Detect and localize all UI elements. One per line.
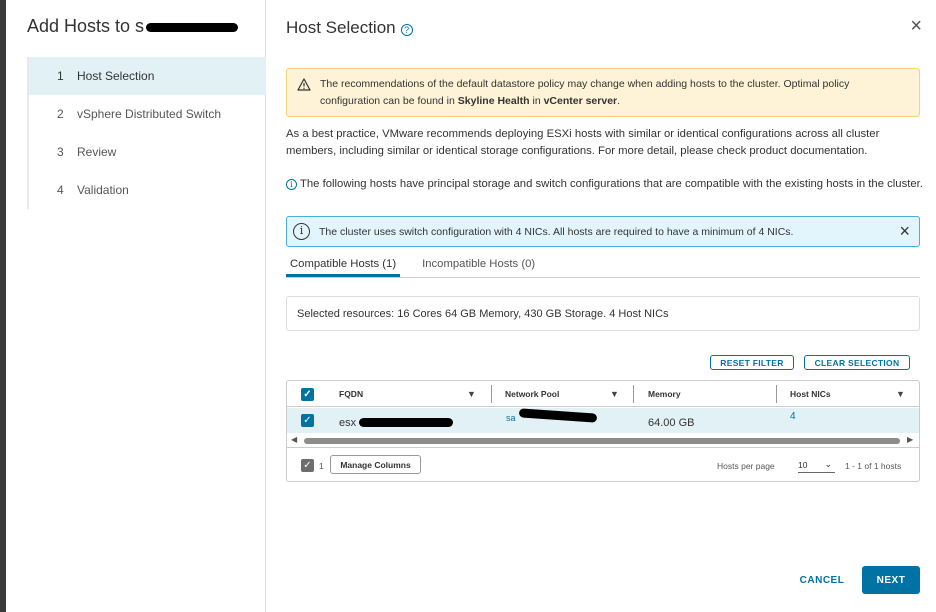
warning-alert: The recommendations of the default datas…	[286, 68, 920, 117]
column-resize-handle[interactable]	[776, 385, 777, 403]
selected-resources-summary: Selected resources: 16 Cores 64 GB Memor…	[286, 296, 920, 331]
wizard-steps: 1 Host Selection 2 vSphere Distributed S…	[27, 57, 266, 209]
chevron-down-icon: ⌄	[824, 459, 832, 469]
info-icon: i	[286, 179, 297, 190]
row-select-checkbox[interactable]: ✓	[301, 414, 314, 427]
cell-host-nics-link[interactable]: 4	[790, 404, 796, 429]
warning-skyline-health: Skyline Health	[457, 95, 530, 107]
filter-host-nics-icon[interactable]: ▼	[896, 389, 905, 399]
step-number: 3	[57, 145, 64, 159]
wizard-content: Host Selection ? × The recommendations o…	[286, 0, 936, 612]
horizontal-scrollbar[interactable]: ◀ ▶	[287, 434, 919, 448]
host-tabs: Compatible Hosts (1) Incompatible Hosts …	[286, 250, 920, 278]
redacted-cluster-name	[146, 22, 239, 32]
page-title-text: Host Selection	[286, 18, 396, 37]
warning-text-mid: in	[529, 95, 544, 107]
scrollbar-thumb[interactable]	[304, 438, 900, 444]
selection-indicator-icon: ✓	[301, 459, 314, 472]
step-label: vSphere Distributed Switch	[77, 107, 222, 121]
scroll-right-arrow-icon[interactable]: ▶	[907, 435, 913, 444]
per-page-value: 10	[798, 460, 808, 470]
filter-network-pool-icon[interactable]: ▼	[610, 389, 619, 399]
step-number: 4	[57, 183, 64, 197]
step-validation[interactable]: 4 Validation	[29, 171, 266, 209]
dismiss-alert-icon[interactable]: ×	[899, 221, 910, 242]
add-hosts-wizard-dialog: Add Hosts to s 1 Host Selection 2 vSpher…	[6, 0, 936, 612]
tab-compatible-hosts[interactable]: Compatible Hosts (1)	[286, 250, 401, 277]
redacted-network-pool	[518, 408, 598, 423]
step-label: Host Selection	[77, 69, 155, 83]
grid-header: ✓ FQDN ▼ Network Pool ▼ Memory Host NICs…	[287, 381, 919, 407]
column-resize-handle[interactable]	[633, 385, 634, 403]
selected-count: 1	[319, 461, 324, 471]
warning-text-end: .	[617, 95, 621, 107]
info-circle-icon: i	[293, 223, 310, 240]
manage-columns-button[interactable]: Manage Columns	[330, 455, 421, 474]
hosts-per-page-select[interactable]: 10 ⌄	[798, 459, 835, 473]
filter-fqdn-icon[interactable]: ▼	[467, 389, 476, 399]
cell-memory: 64.00 GB	[648, 416, 695, 429]
reset-filter-button[interactable]: RESET FILTER	[710, 355, 794, 370]
wizard-title: Add Hosts to s	[27, 16, 239, 37]
column-header-host-nics[interactable]: Host NICs	[790, 381, 831, 406]
redacted-fqdn	[359, 418, 453, 427]
wizard-sidebar: Add Hosts to s 1 Host Selection 2 vSpher…	[6, 0, 266, 612]
next-button[interactable]: NEXT	[862, 566, 920, 594]
cancel-button[interactable]: CANCEL	[792, 566, 852, 594]
step-review[interactable]: 3 Review	[29, 133, 266, 171]
tab-incompatible-hosts[interactable]: Incompatible Hosts (0)	[418, 250, 539, 277]
compat-note: i The following hosts have principal stor…	[286, 176, 926, 193]
column-header-network-pool[interactable]: Network Pool	[505, 381, 559, 406]
help-icon[interactable]: ?	[400, 23, 413, 36]
table-row[interactable]: ✓ esx sa 64.00 GB 4	[287, 408, 919, 433]
step-label: Review	[77, 145, 117, 159]
close-icon[interactable]: ×	[910, 16, 922, 36]
select-all-checkbox[interactable]: ✓	[301, 388, 314, 401]
clear-selection-button[interactable]: CLEAR SELECTION	[804, 355, 910, 370]
cell-network-pool-link[interactable]: sa	[506, 405, 516, 430]
column-header-memory[interactable]: Memory	[648, 381, 681, 406]
column-header-fqdn[interactable]: FQDN	[339, 381, 363, 406]
step-host-selection[interactable]: 1 Host Selection	[29, 57, 266, 95]
compat-note-text: The following hosts have principal stora…	[300, 178, 923, 190]
nic-info-alert: i The cluster uses switch configuration …	[286, 216, 920, 247]
pagination-range: 1 - 1 of 1 hosts	[845, 461, 902, 471]
warning-triangle-icon	[297, 78, 311, 91]
step-number: 2	[57, 107, 64, 121]
warning-vcenter-server: vCenter server	[543, 95, 618, 107]
hosts-datagrid: ✓ FQDN ▼ Network Pool ▼ Memory Host NICs…	[286, 380, 920, 482]
step-label: Validation	[77, 183, 129, 197]
wizard-title-text: Add Hosts to s	[27, 16, 145, 36]
hosts-per-page-label: Hosts per page	[717, 461, 775, 471]
column-resize-handle[interactable]	[491, 385, 492, 403]
nic-info-text: The cluster uses switch configuration wi…	[319, 225, 794, 238]
best-practice-text: As a best practice, VMware recommends de…	[286, 128, 880, 157]
page-title: Host Selection ?	[286, 18, 413, 38]
cell-fqdn: esx	[339, 416, 357, 429]
grid-footer: ✓ 1 Manage Columns Hosts per page 10 ⌄ 1…	[287, 449, 919, 481]
scroll-left-arrow-icon[interactable]: ◀	[291, 435, 297, 444]
step-vsphere-distributed-switch[interactable]: 2 vSphere Distributed Switch	[29, 95, 266, 133]
step-number: 1	[57, 69, 64, 83]
